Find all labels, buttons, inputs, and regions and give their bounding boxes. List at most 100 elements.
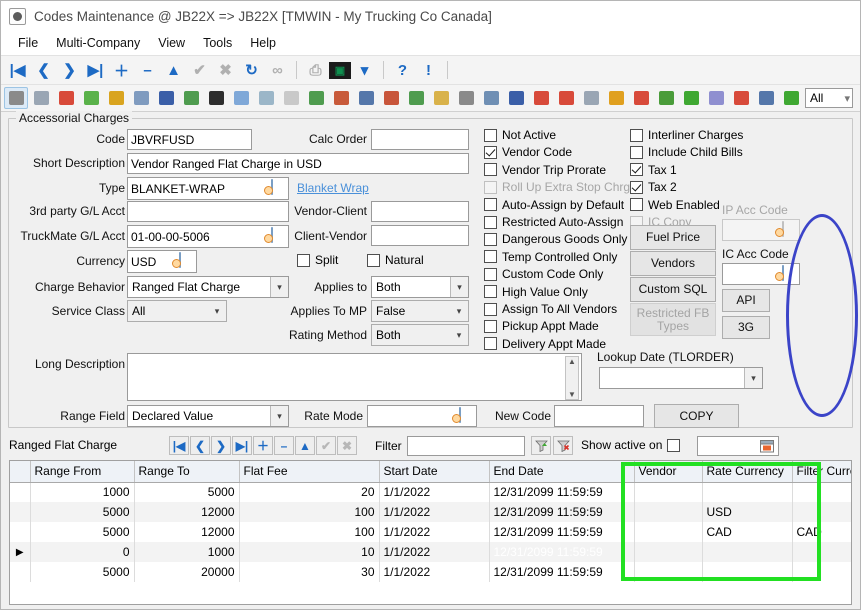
satellite-icon[interactable]: [354, 87, 378, 109]
cell-start-date[interactable]: 1/1/2022: [379, 502, 489, 522]
cell-filter-currency[interactable]: [792, 562, 852, 582]
checkbox-tax-2[interactable]: Tax 2: [630, 180, 677, 194]
type-lookup-icon[interactable]: [271, 180, 286, 195]
cell-range-to[interactable]: 5000: [134, 482, 239, 502]
screen-capture-dropdown-icon[interactable]: ▾: [352, 58, 377, 82]
percent-icon[interactable]: [4, 87, 28, 109]
ranged-flat-charge-table[interactable]: Range From Range To Flat Fee Start Date …: [9, 460, 852, 605]
atom-icon[interactable]: [754, 87, 778, 109]
checkbox-assign-to-all-vendors[interactable]: Assign To All Vendors: [484, 302, 617, 316]
chart-color-icon[interactable]: [604, 87, 628, 109]
cell-start-date[interactable]: 1/1/2022: [379, 542, 489, 562]
cell-filter-currency[interactable]: CAD: [792, 522, 852, 542]
cell-range-from[interactable]: 5000: [30, 502, 134, 522]
arrow-up-icon[interactable]: [654, 87, 678, 109]
cell-range-to[interactable]: 1000: [134, 542, 239, 562]
cell-rate-currency[interactable]: [702, 542, 792, 562]
api-button[interactable]: API: [722, 289, 770, 312]
invoice-icon[interactable]: [454, 87, 478, 109]
checkbox-vendor-code[interactable]: Vendor Code: [484, 145, 572, 159]
grid-insert-icon[interactable]: ＋: [253, 436, 273, 455]
cell-flat-fee[interactable]: 10: [239, 542, 379, 562]
checkbox-high-value-only[interactable]: High Value Only: [484, 285, 588, 299]
blanket-wrap-link[interactable]: Blanket Wrap: [297, 181, 369, 195]
split-checkbox[interactable]: Split: [297, 253, 338, 267]
long-description-textarea[interactable]: ▲▼: [127, 353, 582, 401]
rate-mode-input[interactable]: [367, 405, 477, 427]
short-description-input[interactable]: Vendor Ranged Flat Charge in USD: [127, 153, 469, 174]
card-icon[interactable]: [179, 87, 203, 109]
flag2-icon[interactable]: [504, 87, 528, 109]
new-code-input[interactable]: [554, 405, 644, 427]
calendar-check-icon[interactable]: [329, 87, 353, 109]
menu-item-help[interactable]: Help: [241, 34, 285, 52]
range-field-select[interactable]: Declared Value ▾: [127, 405, 289, 427]
checkbox-auto-assign-by-default[interactable]: Auto-Assign by Default: [484, 198, 624, 212]
grid-delete-icon[interactable]: –: [274, 436, 294, 455]
paint-icon[interactable]: [379, 87, 403, 109]
cell-rate-currency[interactable]: [702, 482, 792, 502]
checkbox-vendor-trip-prorate[interactable]: Vendor Trip Prorate: [484, 163, 606, 177]
document-icon[interactable]: [579, 87, 603, 109]
first-record-icon[interactable]: |◀: [5, 58, 30, 82]
threeg-button[interactable]: 3G: [722, 316, 770, 339]
database-check-icon[interactable]: [404, 87, 428, 109]
grid-first-icon[interactable]: |◀: [169, 436, 189, 455]
col-range-to[interactable]: Range To: [134, 461, 239, 482]
about-info-icon[interactable]: !: [416, 58, 441, 82]
checkbox-delivery-appt-made[interactable]: Delivery Appt Made: [484, 337, 606, 351]
previous-record-icon[interactable]: ❮: [31, 58, 56, 82]
menu-item-file[interactable]: File: [9, 34, 47, 52]
cell-vendor[interactable]: [634, 542, 702, 562]
delete-record-icon[interactable]: –: [135, 58, 160, 82]
applies-to-mp-select[interactable]: False ▾: [371, 300, 469, 322]
cell-flat-fee[interactable]: 20: [239, 482, 379, 502]
table-row[interactable]: 10005000201/1/202212/31/2099 11:59:59248: [10, 482, 852, 502]
checkbox-dangerous-goods-only[interactable]: Dangerous Goods Only: [484, 232, 627, 246]
menu-item-multi-company[interactable]: Multi-Company: [47, 34, 149, 52]
col-end-date[interactable]: End Date: [489, 461, 634, 482]
mail-check-icon[interactable]: [229, 87, 253, 109]
next-record-icon[interactable]: ❯: [57, 58, 82, 82]
show-active-on-checkbox[interactable]: Show active on: [581, 438, 680, 452]
edit-record-icon[interactable]: ▲: [161, 58, 186, 82]
col-range-from[interactable]: Range From: [30, 461, 134, 482]
cell-end-date[interactable]: 12/31/2099 11:59:59: [489, 502, 634, 522]
third-party-gl-input[interactable]: [127, 201, 289, 222]
lookup-date-select[interactable]: ▾: [599, 367, 763, 389]
cell-flat-fee[interactable]: 30: [239, 562, 379, 582]
cell-filter-currency[interactable]: [792, 502, 852, 522]
cell-range-from[interactable]: 5000: [30, 562, 134, 582]
shield-icon[interactable]: [104, 87, 128, 109]
checkbox-restricted-auto-assign[interactable]: Restricted Auto-Assign: [484, 215, 623, 229]
table-row[interactable]: 5000120001001/1/202212/31/2099 11:59:59C…: [10, 522, 852, 542]
cell-vendor[interactable]: [634, 562, 702, 582]
grid-prev-icon[interactable]: ❮: [190, 436, 210, 455]
checkbox-custom-code-only[interactable]: Custom Code Only: [484, 267, 603, 281]
long-description-scrollbar[interactable]: ▲▼: [565, 356, 579, 400]
help-icon[interactable]: ?: [390, 58, 415, 82]
checklist-icon[interactable]: [54, 87, 78, 109]
cell-start-date[interactable]: 1/1/2022: [379, 482, 489, 502]
checkbox-tax-1[interactable]: Tax 1: [630, 163, 677, 177]
cell-vendor[interactable]: [634, 482, 702, 502]
cell-vendor[interactable]: [634, 502, 702, 522]
copy-check-icon[interactable]: [129, 87, 153, 109]
globe-icon[interactable]: [779, 87, 803, 109]
phone-icon[interactable]: [279, 87, 303, 109]
chart-icon[interactable]: [79, 87, 103, 109]
code-input[interactable]: JBVRFUSD: [127, 129, 252, 150]
col-rate-currency[interactable]: Rate Currency: [702, 461, 792, 482]
home-icon[interactable]: [629, 87, 653, 109]
flag-icon[interactable]: [154, 87, 178, 109]
ic-acc-code-lookup-icon[interactable]: [782, 266, 797, 281]
truckmate-gl-lookup-icon[interactable]: [271, 228, 286, 243]
cell-range-from[interactable]: 0: [30, 542, 134, 562]
cell-start-date[interactable]: 1/1/2022: [379, 562, 489, 582]
cell-rate-currency[interactable]: [702, 562, 792, 582]
cell-end-date[interactable]: 12/31/2099 11:59:59: [489, 522, 634, 542]
table-row[interactable]: ▶01000101/1/202212/31/2099 11:59:59247: [10, 542, 852, 562]
vendors-button[interactable]: Vendors: [630, 251, 716, 276]
charge-behavior-select[interactable]: Ranged Flat Charge ▾: [127, 276, 289, 298]
cell-start-date[interactable]: 1/1/2022: [379, 522, 489, 542]
